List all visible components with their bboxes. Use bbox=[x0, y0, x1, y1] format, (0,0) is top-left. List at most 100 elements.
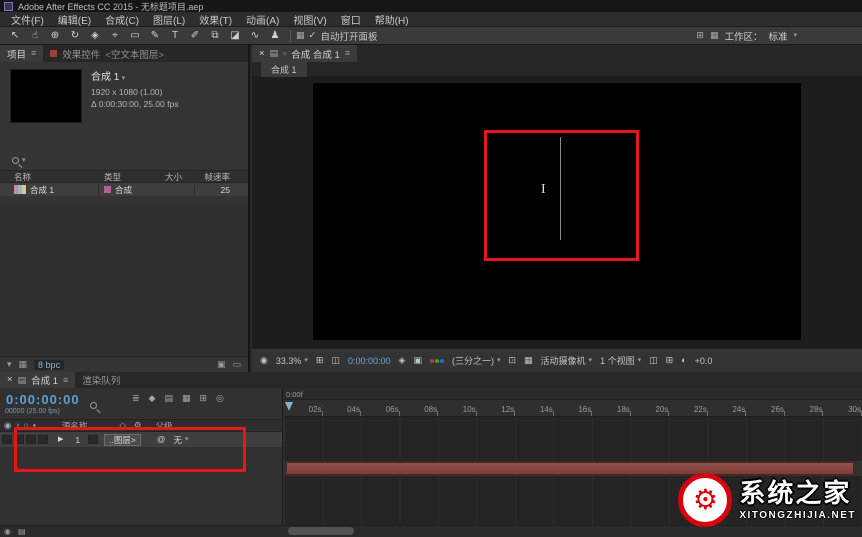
show-snapshot-icon[interactable]: ▣ bbox=[413, 356, 422, 365]
resolution-dropdown[interactable]: (三分之一) ▾ bbox=[452, 354, 501, 367]
tab-composition[interactable]: × ▤ ▫ 合成 合成 1 ≡ bbox=[252, 45, 357, 62]
composition-mini-flowchart-icon[interactable]: ≣ bbox=[132, 394, 140, 403]
exposure-icon[interactable]: ◐ bbox=[681, 356, 686, 365]
column-size[interactable]: 大小 bbox=[165, 172, 182, 182]
eraser-tool[interactable]: ◪ bbox=[225, 31, 245, 41]
selection-tool[interactable]: ↖ bbox=[5, 31, 25, 41]
eye-toggle[interactable] bbox=[2, 435, 12, 444]
gear-icon: ⚙ bbox=[693, 486, 718, 514]
roto-brush-tool[interactable]: ∿ bbox=[245, 31, 265, 41]
current-time[interactable]: 0:00:00:00 bbox=[348, 356, 391, 366]
channels-icon[interactable] bbox=[430, 359, 444, 363]
rotation-tool[interactable]: ↻ bbox=[65, 31, 85, 41]
auto-open-label[interactable]: 自动打开面板 bbox=[320, 29, 377, 43]
frame-blending-icon[interactable]: ▦ bbox=[182, 394, 191, 403]
text-tool[interactable]: T bbox=[165, 31, 185, 41]
magnification-dropdown[interactable]: 33.3% ▾ bbox=[276, 356, 308, 366]
shape-tool[interactable]: ▭ bbox=[125, 31, 145, 41]
new-comp-icon[interactable]: ▣ bbox=[217, 360, 226, 369]
app-icon bbox=[4, 2, 13, 11]
watermark: ⚙ 系统之家 XITONGZHIJIA.NET bbox=[678, 473, 856, 527]
transparency-grid-icon[interactable]: ▦ bbox=[524, 356, 533, 365]
tab-timeline-comp1[interactable]: × ▤ 合成 1 ≡ bbox=[0, 372, 75, 388]
zoom-tool[interactable]: ⊕ bbox=[45, 31, 65, 41]
menu-item[interactable]: 视图(V) bbox=[286, 12, 333, 27]
project-bit-depth[interactable]: 8 bpc bbox=[34, 360, 64, 370]
close-icon[interactable]: × bbox=[7, 375, 13, 385]
lock-icon[interactable]: ▫ bbox=[283, 49, 286, 58]
mask-visibility-icon[interactable]: ◫ bbox=[331, 356, 340, 365]
menu-item[interactable]: 动画(A) bbox=[239, 12, 286, 27]
always-preview-icon[interactable]: ◉ bbox=[260, 356, 268, 365]
workspace-grid-icon[interactable]: ⊞ bbox=[696, 31, 704, 40]
comp-name[interactable]: 合成 1 bbox=[91, 72, 119, 83]
workspace-value[interactable]: 标准 bbox=[768, 29, 787, 43]
close-icon[interactable]: × bbox=[259, 49, 265, 59]
horizontal-scrollbar[interactable] bbox=[288, 527, 354, 535]
tab-render-queue[interactable]: 渲染队列 bbox=[75, 372, 127, 388]
auto-open-checkbox[interactable]: ✓ bbox=[309, 31, 317, 41]
panel-menu-icon[interactable]: ≡ bbox=[31, 49, 36, 58]
puppet-pin-tool[interactable]: ♟ bbox=[265, 31, 285, 41]
menu-item[interactable]: 合成(C) bbox=[98, 12, 146, 27]
toggle-switches-modes-icon[interactable]: ◉ bbox=[4, 528, 11, 536]
time-navigator[interactable] bbox=[284, 388, 862, 400]
tab-effect-controls[interactable]: 效果控件 <空文本图层> bbox=[43, 45, 171, 62]
menu-item[interactable]: 帮助(H) bbox=[368, 12, 416, 27]
comp-status-bar: ◉ 33.3% ▾ ⊞ ◫ 0:00:00:00 ◈ ▣ (三分之一) ▾ ⊡ … bbox=[252, 348, 862, 372]
project-row-comp1[interactable]: 合成 1 合成 25 bbox=[0, 183, 248, 196]
column-framerate[interactable]: 帧速率 bbox=[204, 172, 230, 182]
workspace-caret-icon[interactable]: ▾ bbox=[793, 32, 797, 39]
toolbar-separator bbox=[290, 30, 291, 42]
pan-behind-tool[interactable]: ⌖ bbox=[105, 31, 125, 41]
snapshot-icon[interactable]: ◈ bbox=[399, 356, 406, 365]
menu-item[interactable]: 图层(L) bbox=[146, 12, 192, 27]
graph-editor-icon[interactable]: ◎ bbox=[216, 394, 224, 403]
fast-previews-icon[interactable]: ⊞ bbox=[666, 356, 674, 365]
menu-item[interactable]: 文件(F) bbox=[4, 12, 51, 27]
comp-name-caret-icon[interactable]: ▾ bbox=[122, 75, 126, 82]
create-folder-icon[interactable]: ▦ bbox=[19, 360, 28, 369]
pixel-aspect-icon[interactable]: ◫ bbox=[649, 356, 658, 365]
menu-item[interactable]: 窗口 bbox=[334, 12, 368, 27]
panel-menu-icon[interactable]: ≡ bbox=[63, 376, 68, 385]
timeline-search[interactable] bbox=[90, 396, 97, 414]
time-ruler[interactable]: 02s04s06s08s10s12s14s16s18s20s22s24s26s2… bbox=[284, 400, 862, 417]
expand-in-out-icon[interactable]: ▤ bbox=[18, 528, 26, 536]
brush-tool[interactable]: ✐ bbox=[185, 31, 205, 41]
menu-item[interactable]: 编辑(E) bbox=[51, 12, 98, 27]
view-layout-dropdown[interactable]: 1 个视图 ▾ bbox=[600, 354, 641, 367]
after-effects-window: Adobe After Effects CC 2015 - 无标题项目.aep … bbox=[0, 0, 862, 537]
active-camera-dropdown[interactable]: 活动摄像机 ▾ bbox=[541, 354, 593, 367]
ruler-tick: 04s bbox=[323, 405, 362, 416]
ruler-tick: 26s bbox=[746, 405, 785, 416]
project-search[interactable]: ▾ bbox=[12, 157, 248, 164]
camera-tool[interactable]: ◈ bbox=[85, 31, 105, 41]
motion-blur-icon[interactable]: ⊞ bbox=[200, 394, 208, 403]
panel-icon[interactable]: ▦ bbox=[296, 31, 305, 40]
tab-project[interactable]: 项目 ≡ bbox=[0, 45, 43, 62]
panel-menu-icon[interactable]: ≡ bbox=[345, 49, 350, 58]
interpret-footage-icon[interactable]: ▾ bbox=[7, 360, 12, 369]
column-type[interactable]: 类型 bbox=[104, 171, 121, 183]
grid-guides-icon[interactable]: ⊞ bbox=[316, 356, 324, 365]
region-of-interest-icon[interactable]: ⊡ bbox=[508, 356, 516, 365]
pen-tool[interactable]: ✎ bbox=[145, 31, 165, 41]
draft-3d-icon[interactable]: ◆ bbox=[149, 394, 156, 403]
exposure-value[interactable]: +0.0 bbox=[695, 356, 713, 366]
tool-bar: ↖☝⊕↻◈⌖▭✎T✐⧉◪∿♟ ▦ ✓ 自动打开面板 ⊞ ▦ 工作区： 标准 ▾ bbox=[0, 26, 862, 45]
clone-stamp-tool[interactable]: ⧉ bbox=[205, 31, 225, 41]
eye-icon[interactable]: ◉ bbox=[4, 421, 11, 430]
comp-viewport[interactable]: I bbox=[252, 77, 862, 348]
ruler-tick: 14s bbox=[515, 405, 554, 416]
menu-item[interactable]: 效果(T) bbox=[192, 12, 239, 27]
timeline-current-time[interactable]: 0:00:00:00 bbox=[6, 392, 80, 407]
caret-down-icon: ▾ bbox=[497, 357, 501, 364]
viewer-tab-comp1[interactable]: 合成 1 bbox=[261, 62, 307, 77]
trash-icon[interactable]: ▭ bbox=[232, 360, 241, 369]
column-name[interactable]: 名称 bbox=[14, 171, 31, 183]
comp-thumbnail[interactable] bbox=[10, 69, 82, 123]
workspace-panel-icon[interactable]: ▦ bbox=[710, 31, 719, 40]
hide-shy-layers-icon[interactable]: ▤ bbox=[164, 394, 173, 403]
hand-tool[interactable]: ☝ bbox=[25, 31, 45, 41]
